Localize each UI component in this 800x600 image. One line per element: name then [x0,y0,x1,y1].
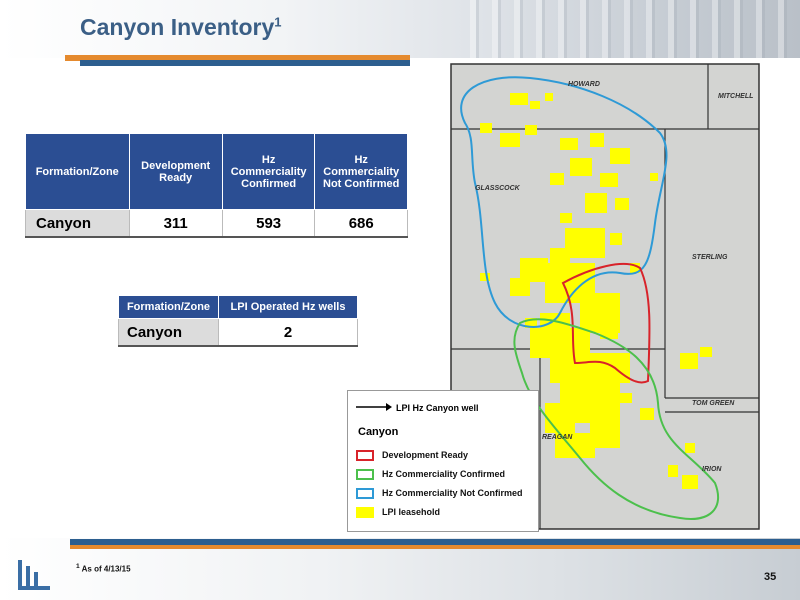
legend-label: Hz Commerciality Confirmed [382,469,506,479]
table-cell: 686 [314,209,408,238]
table-header-cell: Formation/Zone [25,133,130,210]
legend-item: Hz Commerciality Not Confirmed [356,486,523,500]
county-label: MITCHELL [718,93,753,100]
company-logo [18,560,50,590]
legend-swatch [356,487,374,499]
table-cell: 311 [128,209,223,238]
arrow-icon [356,403,392,411]
table-header-cell: Development Ready [128,133,223,210]
county-label: REAGAN [542,434,573,441]
table-header-cell: Hz Commerciality Not Confirmed [314,133,408,210]
legend-heading: Canyon [358,426,399,438]
table-header-cell: LPI Operated Hz wells [218,295,358,319]
legend-swatch [356,506,374,518]
table-row: Canyon 2 [118,318,358,347]
page-number: 35 [764,571,777,583]
footer-accent-bar-orange [70,545,800,549]
legend-item: Development Ready [356,448,468,462]
legend-label: Hz Commerciality Not Confirmed [382,488,523,498]
title-accent-bar-blue [80,60,410,66]
footnote: 1 As of 4/13/15 [76,563,131,574]
map-legend: LPI Hz Canyon well Canyon Development Re… [347,390,539,532]
legend-arrow-label: LPI Hz Canyon well [396,403,479,413]
table-cell: Canyon [118,318,219,347]
legend-item: Hz Commerciality Confirmed [356,467,505,481]
table-header-row: Formation/Zone Development Ready Hz Comm… [25,133,408,210]
table-row: Canyon 311 593 686 [25,209,408,238]
county-label: HOWARD [568,81,600,88]
legend-label: LPI leasehold [382,507,441,517]
legend-swatch [356,468,374,480]
county-label: IRION [702,466,722,473]
operated-wells-table: Formation/Zone LPI Operated Hz wells Can… [118,295,358,347]
table-header-row: Formation/Zone LPI Operated Hz wells [118,295,358,319]
county-label: TOM GREEN [692,400,735,407]
legend-item: LPI leasehold [356,505,440,519]
table-header-cell: Formation/Zone [118,295,219,319]
legend-swatch [356,449,374,461]
table-cell: Canyon [25,209,130,238]
inventory-table: Formation/Zone Development Ready Hz Comm… [25,133,408,238]
table-cell: 2 [218,318,358,347]
slide-title: Canyon Inventory1 [80,14,282,40]
table-header-cell: Hz Commerciality Confirmed [221,133,316,210]
county-label: STERLING [692,254,728,261]
table-cell: 593 [221,209,316,238]
county-label: GLASSCOCK [475,185,521,192]
legend-label: Development Ready [382,450,469,460]
